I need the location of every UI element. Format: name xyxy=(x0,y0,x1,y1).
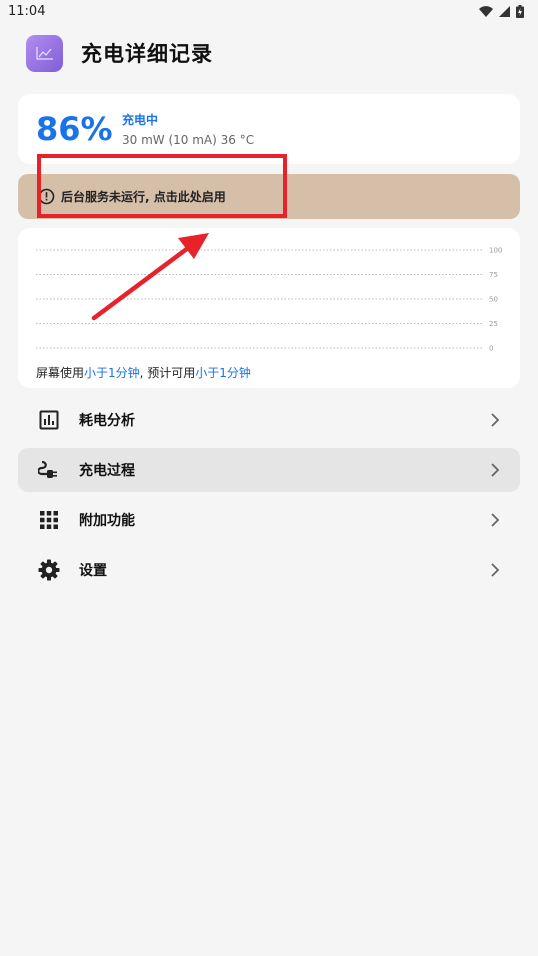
chevron-right-icon xyxy=(491,413,500,427)
menu-item-settings[interactable]: 设置 xyxy=(18,548,520,592)
menu-label: 设置 xyxy=(79,563,107,579)
annotation-highlight-box xyxy=(37,154,287,218)
bar-chart-icon xyxy=(38,409,60,431)
grid-apps-icon xyxy=(38,509,60,531)
wifi-icon xyxy=(479,5,493,17)
status-icons xyxy=(479,4,524,18)
chart-line-icon xyxy=(26,34,63,72)
signal-icon xyxy=(499,5,510,17)
screen-time-value: 小于1分钟 xyxy=(84,366,140,380)
chart-y-tick-label: 0 xyxy=(489,345,493,353)
chart-y-tick-label: 75 xyxy=(489,271,498,279)
menu-label: 附加功能 xyxy=(79,513,135,529)
usage-middle: , 预计可用 xyxy=(139,366,196,380)
usage-prefix: 屏幕使用 xyxy=(36,366,85,380)
menu-label: 充电过程 xyxy=(79,463,135,479)
battery-charging-icon xyxy=(516,4,524,18)
chevron-right-icon xyxy=(491,463,500,477)
menu-item-extra-features[interactable]: 附加功能 xyxy=(18,498,520,542)
battery-chart: 100 75 50 25 0 xyxy=(36,247,502,353)
chart-y-tick-label: 25 xyxy=(489,320,498,328)
usage-summary: 屏幕使用小于1分钟, 预计可用小于1分钟 xyxy=(36,364,251,381)
status-time: 11:04 xyxy=(8,3,46,19)
battery-detail: 30 mW (10 mA) 36 °C xyxy=(122,133,255,147)
charging-plug-icon xyxy=(38,459,60,481)
battery-percent: 86% xyxy=(36,110,113,148)
menu-label: 耗电分析 xyxy=(79,413,135,429)
charging-state: 充电中 xyxy=(122,113,159,127)
chart-y-tick-label: 100 xyxy=(489,247,502,255)
chart-y-tick-label: 50 xyxy=(489,296,498,304)
status-bar: 11:04 xyxy=(0,0,538,22)
estimated-time-value: 小于1分钟 xyxy=(195,366,251,380)
battery-chart-card: 100 75 50 25 0 屏幕使用小于1分钟, 预计可用小于1分钟 xyxy=(18,228,520,388)
chevron-right-icon xyxy=(491,513,500,527)
gear-icon xyxy=(38,559,60,581)
menu-item-charging-process[interactable]: 充电过程 xyxy=(18,448,520,492)
battery-info: 充电中 30 mW (10 mA) 36 °C xyxy=(122,111,254,147)
page-title: 充电详细记录 xyxy=(81,42,213,66)
menu-item-power-analysis[interactable]: 耗电分析 xyxy=(18,398,520,442)
app-header: 充电详细记录 xyxy=(26,34,213,72)
chevron-right-icon xyxy=(491,563,500,577)
